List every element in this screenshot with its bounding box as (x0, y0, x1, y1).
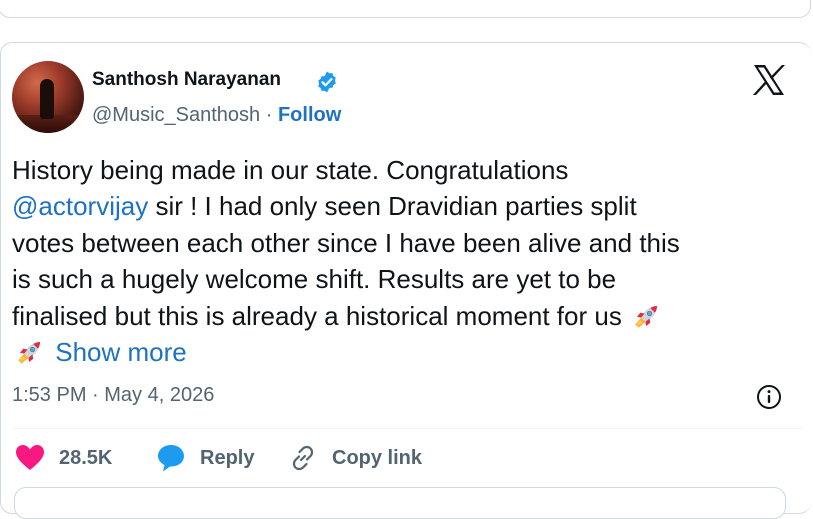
next-card-edge (14, 487, 786, 519)
tweet-actions-bar: 28.5K Reply Copy link (0, 440, 813, 476)
tweet-text-segment: finalised but this is already a historic… (12, 300, 622, 331)
tweet-text: History being made in our state. Congrat… (12, 152, 802, 370)
copy-link-label: Copy link (332, 446, 423, 469)
follow-button[interactable]: Follow (278, 104, 341, 126)
mention-link[interactable]: @actorvijay (12, 191, 148, 221)
tweet-timestamp[interactable]: 1:53 PM · May 4, 2026 (12, 384, 214, 407)
tweet-text-line: finalised but this is already a historic… (12, 298, 802, 334)
actions-divider (12, 428, 802, 429)
handle-separator: · (265, 104, 273, 126)
tweet-text-segment: sir ! I had only seen Dravidian parties … (148, 191, 637, 222)
tweet-text-line: @actorvijay sir ! I had only seen Dravid… (12, 188, 802, 224)
verified-badge-icon (318, 71, 336, 93)
author-name[interactable]: Santhosh Narayanan (92, 69, 281, 91)
x-logo-icon[interactable] (752, 64, 786, 96)
info-icon[interactable] (756, 384, 782, 410)
speech-bubble-icon (158, 445, 184, 472)
handle-row: @Music_Santhosh · Follow (92, 104, 341, 127)
author-avatar[interactable] (12, 61, 84, 133)
tweet-text-line: Show more (12, 334, 802, 370)
copy-link-button[interactable]: Copy link (288, 440, 422, 476)
like-button[interactable]: 28.5K (15, 440, 112, 476)
like-count: 28.5K (59, 446, 113, 469)
reply-label: Reply (200, 446, 255, 469)
show-more-link[interactable]: Show more (55, 337, 187, 367)
tweet-text-line: is such a hugely welcome shift. Results … (12, 264, 617, 295)
heart-icon (16, 445, 44, 470)
tweet-text-line: History being made in our state. Congrat… (12, 155, 569, 185)
previous-tweet-card (0, 0, 811, 18)
avatar-figure-graphic (40, 79, 54, 119)
link-icon (292, 445, 314, 471)
tweet-text-line: votes between each other since I have be… (12, 227, 680, 258)
rocket-icon (635, 305, 658, 328)
rocket-icon (18, 342, 40, 364)
author-handle[interactable]: @Music_Santhosh (92, 104, 260, 126)
reply-button[interactable]: Reply (156, 440, 254, 476)
